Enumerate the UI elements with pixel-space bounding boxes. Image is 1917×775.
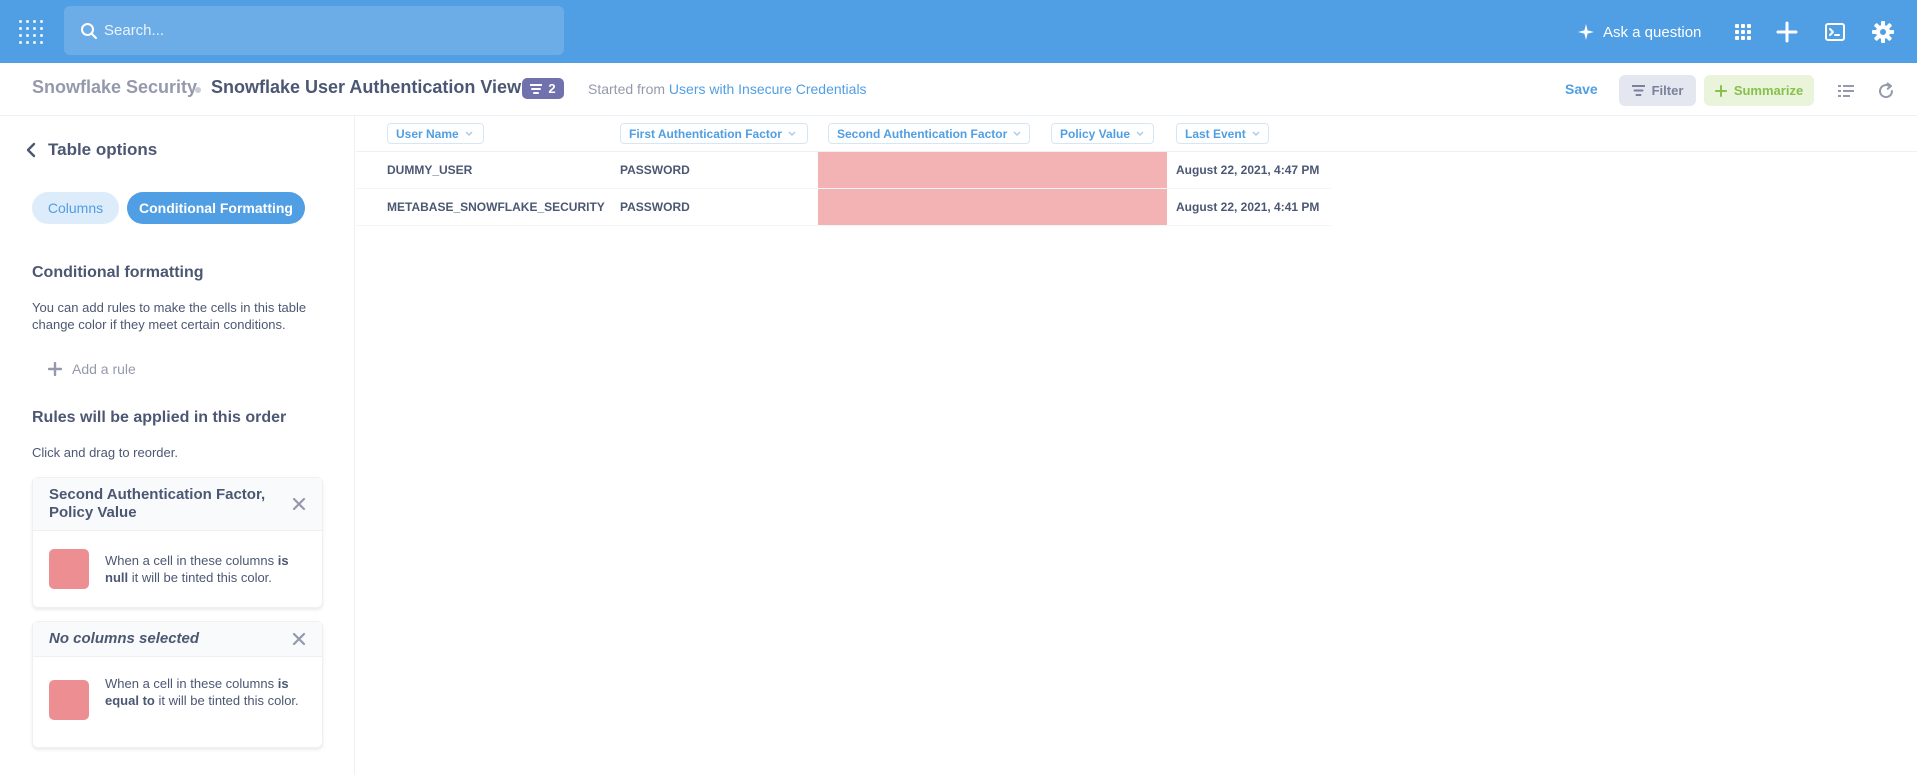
rule-text-post: it will be tinted this color.	[158, 693, 299, 708]
table-cell-user[interactable]: METABASE_SNOWFLAKE_SECURITY	[387, 189, 605, 225]
plus-icon	[1714, 84, 1727, 97]
gear-icon[interactable]	[1871, 20, 1895, 44]
search-input[interactable]	[104, 6, 544, 55]
table-cell-last-event[interactable]: August 22, 2021, 4:41 PM	[1176, 189, 1319, 225]
rules-order-hint: Click and drag to reorder.	[32, 445, 178, 460]
row-divider	[356, 225, 1331, 226]
conditional-formatting-heading: Conditional formatting	[32, 264, 204, 281]
plus-icon	[48, 362, 62, 376]
started-from-link[interactable]: Users with Insecure Credentials	[669, 81, 867, 97]
started-from: Started from Users with Insecure Credent…	[588, 81, 867, 97]
table-cell-last-event[interactable]: August 22, 2021, 4:47 PM	[1176, 152, 1319, 188]
breadcrumb-collection[interactable]: Snowflake Security	[32, 77, 197, 98]
column-header-policy-value[interactable]: Policy Value	[1051, 123, 1154, 144]
metabase-logo-icon[interactable]	[19, 20, 45, 44]
filter-icon	[1631, 85, 1645, 96]
sparkle-icon	[1578, 24, 1594, 40]
rule-text-post: it will be tinted this color.	[131, 570, 272, 585]
rule-columns-line-1: No columns selected	[49, 630, 200, 647]
chevron-down-icon	[1136, 131, 1144, 136]
rule-description: When a cell in these columns is equal to…	[33, 657, 322, 747]
conditional-formatting-sidebar: Table options Columns Conditional Format…	[0, 116, 355, 775]
column-header-last-event[interactable]: Last Event	[1176, 123, 1269, 144]
table-options-back-button[interactable]: Table options	[26, 140, 157, 160]
description-line-2: change color if they meet certain condit…	[32, 317, 286, 332]
ask-question-button[interactable]: Ask a question	[1578, 20, 1701, 44]
filter-count: 2	[548, 81, 556, 96]
summarize-button[interactable]: Summarize	[1704, 75, 1814, 106]
question-header: Snowflake Security Snowflake User Authen…	[0, 63, 1917, 116]
rule-description: When a cell in these columns is null it …	[33, 531, 322, 607]
column-header-label: Last Event	[1185, 126, 1246, 141]
rule-columns: No columns selected	[33, 622, 322, 657]
summarize-button-label: Summarize	[1733, 83, 1804, 98]
rule-columns-line-1: Second Authentication Factor,	[49, 486, 266, 503]
rule-text: When a cell in these columns is null it …	[105, 543, 306, 586]
plus-icon[interactable]	[1775, 20, 1799, 44]
formatting-rule-card[interactable]: Second Authentication Factor, Policy Val…	[32, 477, 323, 608]
table-cell-first-factor[interactable]: PASSWORD	[620, 189, 690, 225]
tab-conditional-formatting[interactable]: Conditional Formatting	[127, 192, 305, 224]
sql-editor-icon[interactable]	[1823, 20, 1847, 44]
page-title: Snowflake User Authentication View	[211, 77, 522, 97]
rule-columns: Second Authentication Factor, Policy Val…	[33, 478, 322, 531]
filter-count-badge[interactable]: 2	[522, 78, 564, 99]
conditional-formatting-description: You can add rules to make the cells in t…	[32, 299, 332, 333]
column-header-label: Policy Value	[1060, 126, 1131, 141]
filter-icon	[530, 83, 543, 94]
table-cell-first-factor[interactable]: PASSWORD	[620, 152, 690, 188]
rule-color-swatch	[49, 680, 89, 720]
description-line-1: You can add rules to make the cells in t…	[32, 300, 307, 315]
refresh-icon[interactable]	[1877, 82, 1895, 100]
rule-color-swatch	[49, 549, 89, 589]
breadcrumb-separator	[195, 87, 201, 93]
column-header-label: User Name	[396, 126, 459, 141]
column-header-second-authentication-factor[interactable]: Second Authentication Factor	[828, 123, 1030, 144]
table-cell-user[interactable]: DUMMY_USER	[387, 152, 472, 188]
filter-button-label: Filter	[1651, 83, 1684, 98]
apps-grid-icon[interactable]	[1731, 20, 1755, 44]
rules-order-heading: Rules will be applied in this order	[32, 409, 287, 426]
rule-text: When a cell in these columns is equal to…	[105, 669, 306, 709]
ask-question-label: Ask a question	[1603, 23, 1702, 41]
column-header-first-authentication-factor[interactable]: First Authentication Factor	[620, 123, 808, 144]
chevron-down-icon	[465, 131, 473, 136]
add-rule-button[interactable]: Add a rule	[48, 361, 136, 377]
chevron-down-icon	[788, 131, 796, 136]
column-header-user-name[interactable]: User Name	[387, 123, 484, 144]
search-box[interactable]	[64, 6, 564, 55]
close-icon[interactable]	[292, 497, 306, 511]
formatting-rule-card[interactable]: No columns selected When a cell in these…	[32, 621, 323, 748]
chevron-down-icon	[1013, 131, 1021, 136]
column-header-label: First Authentication Factor	[629, 126, 782, 141]
close-icon[interactable]	[292, 632, 306, 646]
chevron-down-icon	[1252, 131, 1260, 136]
tinted-cell-range	[818, 152, 1167, 188]
notebook-list-icon[interactable]	[1837, 82, 1855, 100]
started-from-prefix: Started from	[588, 81, 666, 97]
save-button[interactable]: Save	[1565, 81, 1598, 97]
tinted-cell-range	[818, 189, 1167, 225]
rule-text-pre: When a cell in these columns	[105, 553, 275, 568]
column-header-label: Second Authentication Factor	[837, 126, 1008, 141]
top-navigation: Ask a question	[0, 0, 1917, 63]
results-table: User Name First Authentication Factor Se…	[356, 116, 1917, 775]
rule-columns-line-2: Policy Value	[49, 504, 137, 521]
add-rule-label: Add a rule	[72, 361, 136, 377]
table-options-label: Table options	[48, 140, 158, 159]
filter-button[interactable]: Filter	[1619, 75, 1696, 106]
chevron-left-icon	[26, 142, 36, 158]
rule-text-pre: When a cell in these columns	[105, 676, 275, 691]
search-icon	[81, 23, 97, 39]
tab-columns[interactable]: Columns	[32, 192, 119, 224]
